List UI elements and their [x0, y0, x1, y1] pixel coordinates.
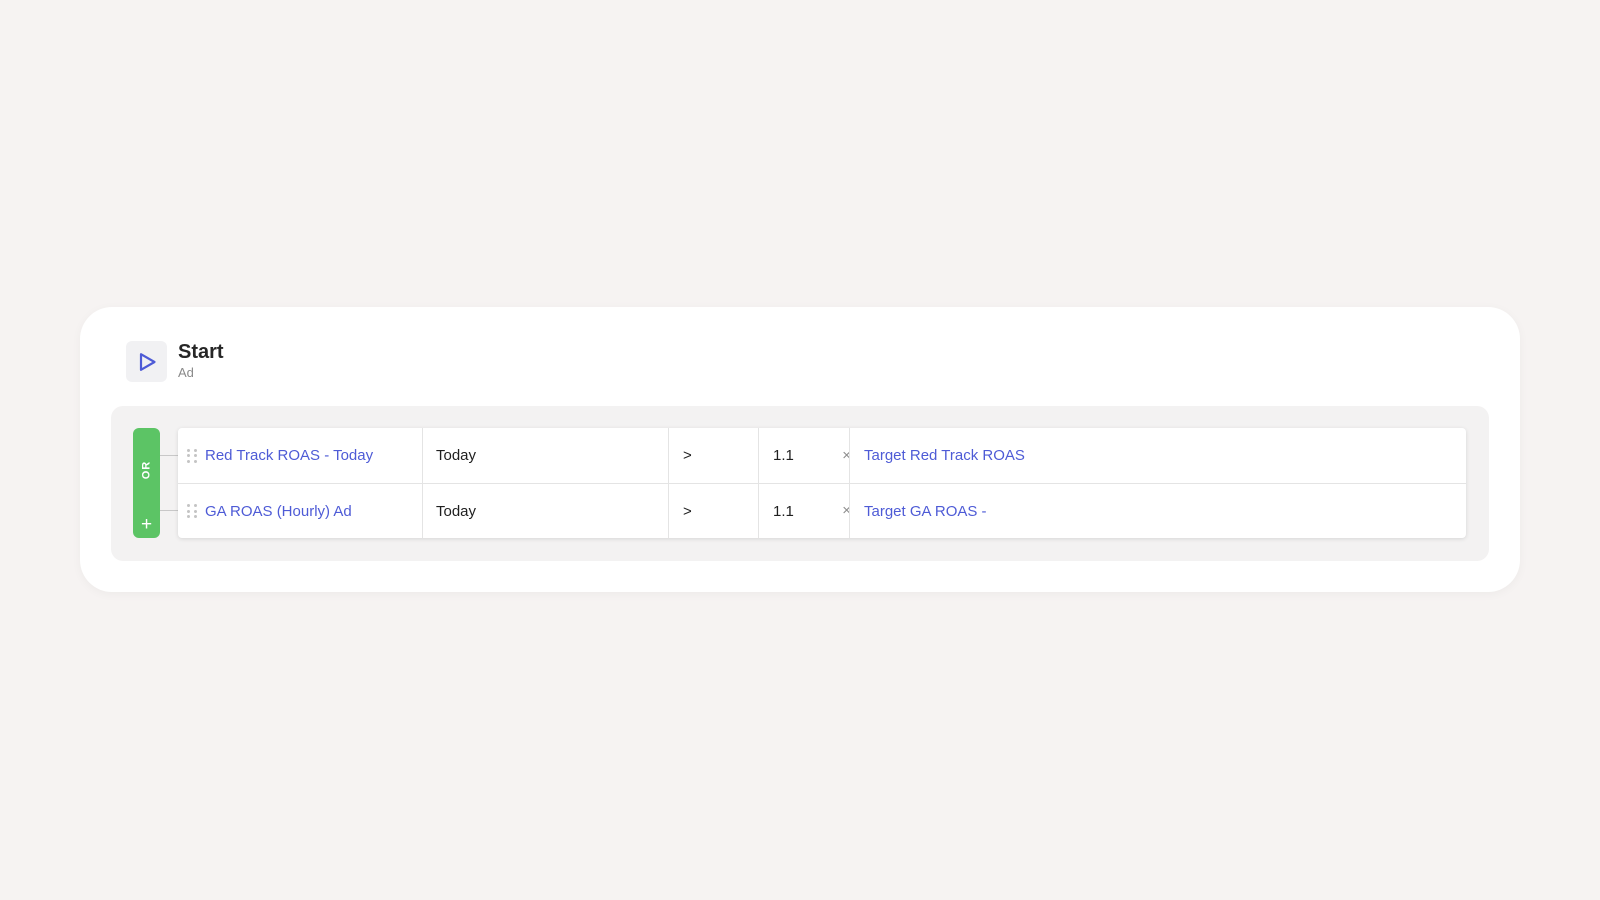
drag-handle-icon[interactable]: [187, 504, 197, 518]
period-select[interactable]: Today: [423, 484, 669, 538]
value-cell: 1.1 ×: [759, 484, 850, 538]
metric-cell: Red Track ROAS - Today: [178, 428, 423, 483]
value-input[interactable]: 1.1: [773, 447, 794, 464]
metric-select[interactable]: GA ROAS (Hourly) Ad: [205, 503, 352, 520]
target-select[interactable]: Target Red Track ROAS: [850, 428, 1466, 483]
drag-handle-icon[interactable]: [187, 448, 197, 463]
node-title: Start: [178, 341, 224, 363]
node-header-text: Start Ad: [178, 340, 224, 381]
play-icon[interactable]: [126, 341, 167, 382]
condition-row: GA ROAS (Hourly) Ad Today > 1.1 × Target…: [178, 483, 1466, 538]
metric-cell: GA ROAS (Hourly) Ad: [178, 484, 423, 538]
value-cell: 1.1 ×: [759, 428, 850, 483]
or-toggle[interactable]: OR: [141, 461, 153, 480]
metric-select[interactable]: Red Track ROAS - Today: [205, 447, 373, 464]
target-select[interactable]: Target GA ROAS -: [850, 484, 1466, 538]
value-input[interactable]: 1.1: [773, 503, 794, 520]
start-node-card: Start Ad OR + Red Track ROAS - Today Tod…: [80, 307, 1520, 592]
condition-row: Red Track ROAS - Today Today > 1.1 × Tar…: [178, 428, 1466, 483]
period-select[interactable]: Today: [423, 428, 669, 483]
node-header: Start Ad: [126, 341, 224, 382]
connector-line: [160, 510, 178, 511]
multiply-icon: ×: [841, 502, 849, 520]
multiply-icon: ×: [841, 446, 849, 464]
conditions-list: Red Track ROAS - Today Today > 1.1 × Tar…: [178, 428, 1466, 538]
node-subtitle: Ad: [178, 365, 194, 380]
or-group-bar: OR +: [133, 428, 160, 538]
operator-select[interactable]: >: [669, 428, 759, 483]
operator-select[interactable]: >: [669, 484, 759, 538]
add-condition-button[interactable]: +: [133, 515, 160, 535]
condition-group-panel: OR + Red Track ROAS - Today Today > 1.1 …: [111, 406, 1489, 561]
connector-line: [160, 455, 178, 456]
